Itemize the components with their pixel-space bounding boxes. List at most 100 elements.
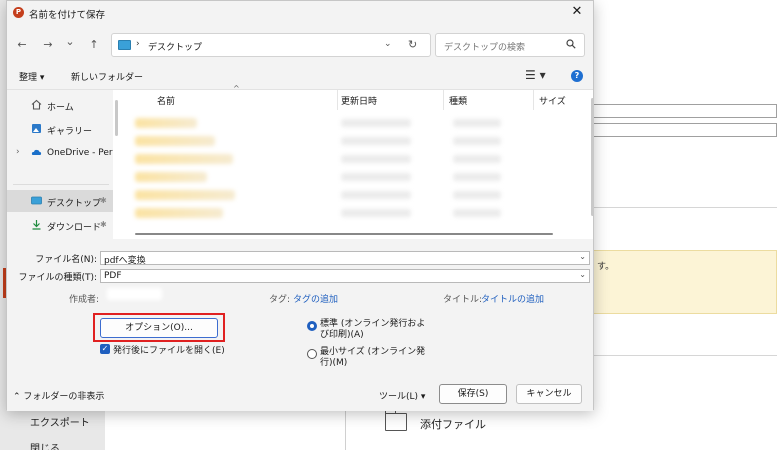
blurred-type [453,137,501,145]
add-tags-link[interactable]: タグの追加 [293,292,338,305]
file-list-header: 名前 ^ 更新日時 種類 サイズ [125,84,591,110]
sidebar-item-desktop[interactable]: デスクトップ ✱ [7,190,113,212]
column-type[interactable]: 種類 [449,94,467,107]
minimum-size-radio[interactable] [307,349,317,359]
organize-button[interactable]: 整理 ▾ [19,70,44,83]
sidebar-item-label: ホーム [47,103,74,113]
chevron-down-icon[interactable]: ⌄ [579,270,586,279]
bg-field-a[interactable] [592,104,777,118]
blurred-type [453,155,501,163]
blurred-name [135,172,207,182]
author-value[interactable] [107,288,162,300]
bg-field-b[interactable] [592,123,777,137]
tags-label: タグ: [269,295,291,305]
forward-arrow-icon[interactable]: → [41,38,55,52]
open-after-publish-label[interactable]: 発行後にファイルを開く(E) [113,343,225,356]
bg-notice-text: す。 [597,262,615,272]
minimum-size-radio-label[interactable]: 最小サイズ (オンライン発行)(M) [320,347,430,369]
navigation-bar: ← → ⌄ ↑ › デスクトップ ⌄ ↻ デスクトップの検索 [7,31,593,61]
search-icon[interactable] [566,39,576,49]
save-as-dialog: P 名前を付けて保存 ✕ ← → ⌄ ↑ › デスクトップ ⌄ ↻ デスクトップ… [6,0,594,411]
folder-icon [385,409,407,431]
titlebar: P 名前を付けて保存 ✕ [7,1,593,25]
sidebar-item-downloads[interactable]: ダウンロード ✱ [7,214,113,236]
new-folder-button[interactable]: 新しいフォルダー [71,70,143,83]
command-bar: 整理 ▾ 新しいフォルダー ☰ ▾ ? [7,67,593,87]
filename-field[interactable]: pdfへ変換 ⌄ [100,251,590,266]
standard-radio[interactable] [307,321,317,331]
view-options-icon[interactable]: ☰ ▾ [525,68,546,82]
blurred-date [341,155,411,163]
bg-vertical-divider [345,405,346,450]
bg-close-item[interactable]: 閉じる [30,440,60,450]
sidebar-item-label: OneDrive - Perso [47,148,113,158]
chevron-right-icon[interactable]: › [16,147,20,157]
up-arrow-icon[interactable]: ↑ [87,38,101,52]
sidebar-item-label: デスクトップ [47,199,102,209]
bg-export-item[interactable]: エクスポート [30,414,90,429]
blurred-type [453,173,501,181]
sidebar-scrollbar[interactable] [115,100,118,136]
sidebar-item-home[interactable]: ホーム [7,94,113,116]
blurred-name [135,154,233,164]
blurred-name [135,118,197,128]
bg-attach-label[interactable]: 添付ファイル [420,416,486,432]
help-icon[interactable]: ? [571,70,583,82]
filename-label: ファイル名(N): [35,255,97,265]
options-button[interactable]: オプション(O)... [100,318,218,338]
chevron-right-icon: › [136,39,140,49]
chevron-down-icon[interactable]: ⌄ [384,39,392,49]
column-separator[interactable] [533,90,534,110]
desktop-icon [31,196,42,205]
blurred-date [341,119,411,127]
filetype-label: ファイルの種類(T): [18,273,97,283]
filename-value[interactable]: pdfへ変換 [104,253,146,266]
add-title-link[interactable]: タイトルの追加 [481,292,544,305]
sidebar-item-onedrive[interactable]: › OneDrive - Perso [7,142,113,164]
filetype-value[interactable]: PDF [104,271,122,281]
dialog-title: 名前を付けて保存 [29,10,106,21]
column-separator[interactable] [443,90,444,110]
sidebar-item-label: ダウンロード [47,223,102,233]
author-label: 作成者: [69,295,100,305]
vertical-scrollbar[interactable] [591,98,594,216]
standard-radio-label[interactable]: 標準 (オンライン発行および印刷)(A) [320,319,430,341]
blurred-type [453,191,501,199]
cloud-icon [31,149,42,155]
tools-dropdown[interactable]: ツール(L) ▾ [379,389,425,402]
column-date[interactable]: 更新日時 [341,94,377,107]
filetype-select[interactable]: PDF ⌄ [100,269,590,283]
column-size[interactable]: サイズ [539,94,566,107]
powerpoint-icon: P [13,7,24,18]
file-list: 名前 ^ 更新日時 種類 サイズ [125,84,594,240]
download-icon [32,220,41,230]
pin-icon: ✱ [100,220,107,229]
chevron-down-icon[interactable]: ⌄ [579,252,586,261]
home-icon [31,99,42,110]
address-path[interactable]: デスクトップ [148,40,202,53]
close-icon[interactable]: ✕ [569,4,585,20]
pin-icon: ✱ [100,196,107,205]
cancel-button[interactable]: キャンセル [516,384,582,404]
blurred-date [341,137,411,145]
recent-locations-icon[interactable]: ⌄ [63,35,77,49]
blurred-date [341,209,411,217]
horizontal-scrollbar[interactable] [135,233,553,235]
save-button[interactable]: 保存(S) [439,384,507,404]
hide-folders-toggle[interactable]: ⌃ フォルダーの非表示 [13,389,104,402]
bg-divider [592,355,777,356]
browser-area: ホーム ギャラリー › OneDrive - Perso [7,84,594,240]
column-separator[interactable] [337,90,338,110]
desktop-icon [118,40,131,50]
search-box[interactable]: デスクトップの検索 [435,33,585,57]
open-after-publish-checkbox[interactable]: ✓ [100,344,110,354]
bg-notice: す。 [592,250,777,314]
bg-divider [592,207,777,208]
blurred-type [453,119,501,127]
address-bar[interactable]: › デスクトップ ⌄ ↻ [111,33,431,57]
column-name[interactable]: 名前 [157,94,175,107]
sidebar-divider [13,184,109,185]
back-arrow-icon[interactable]: ← [15,38,29,52]
sidebar-item-gallery[interactable]: ギャラリー [7,118,113,140]
refresh-icon[interactable]: ↻ [408,38,417,51]
